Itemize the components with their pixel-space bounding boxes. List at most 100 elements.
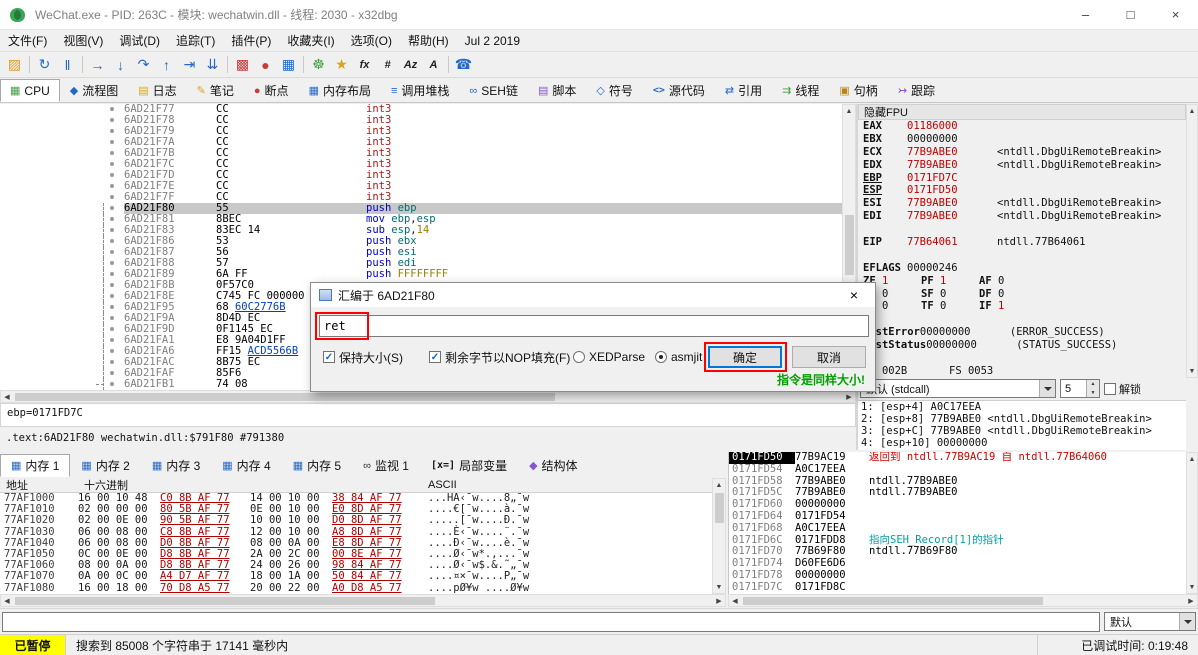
- cancel-button[interactable]: 取消: [792, 346, 866, 368]
- bottom-tab-struct[interactable]: ◆结构体: [518, 454, 588, 477]
- breakpoint-dot[interactable]: [110, 371, 114, 375]
- ok-button[interactable]: 确定: [708, 346, 782, 368]
- string-search-button[interactable]: Az: [399, 54, 422, 75]
- menu-item[interactable]: 帮助(H): [400, 32, 457, 49]
- view-tab-graph[interactable]: ◆流程图: [60, 79, 128, 102]
- view-tab-threads[interactable]: ⇉线程: [772, 79, 829, 102]
- breakpoint-dot[interactable]: [110, 316, 114, 320]
- scrollbar-thumb[interactable]: [743, 597, 1043, 605]
- register-value[interactable]: 77B9ABE0: [907, 210, 985, 223]
- font-button[interactable]: A: [422, 54, 445, 75]
- chevron-down-icon[interactable]: [1039, 380, 1055, 397]
- stack-row[interactable]: 0171FD640171FD54: [729, 511, 1186, 523]
- breakpoint-dot[interactable]: [110, 173, 114, 177]
- breakpoint-dot[interactable]: [110, 360, 114, 364]
- breakpoint-dot[interactable]: [110, 261, 114, 265]
- scrollbar-thumb[interactable]: [15, 597, 435, 605]
- scroll-up-icon[interactable]: ▲: [1187, 105, 1197, 117]
- argument-row[interactable]: 3: [esp+C] 77B9ABE0 <ntdll.DbgUiRemoteBr…: [858, 425, 1186, 437]
- menu-item[interactable]: Jul 2 2019: [457, 34, 528, 48]
- help-button[interactable]: ☎: [452, 54, 475, 75]
- stepper-arrows[interactable]: ▲▼: [1086, 380, 1099, 397]
- stepper-up-icon[interactable]: ▲: [1087, 380, 1099, 389]
- bottom-tab-memory-5[interactable]: ▦内存 5: [282, 454, 352, 477]
- stack-row[interactable]: 0171FD54A0C17EEA: [729, 464, 1186, 476]
- scroll-up-icon[interactable]: ▲: [843, 105, 855, 117]
- breakpoint-dot[interactable]: [110, 382, 114, 386]
- breakpoint-dot[interactable]: [110, 206, 114, 210]
- memory-map-button[interactable]: ▦: [277, 54, 300, 75]
- flag-df[interactable]: DF 0: [979, 288, 1037, 301]
- open-file-button[interactable]: ▨: [3, 54, 26, 75]
- view-tab-trace[interactable]: ↣跟踪: [888, 79, 945, 102]
- run-button[interactable]: →: [86, 54, 109, 75]
- patches-button[interactable]: ▩: [231, 54, 254, 75]
- scrollbar-thumb[interactable]: [15, 393, 555, 401]
- argument-row[interactable]: 4: [esp+10] 00000000: [858, 437, 1186, 449]
- close-button[interactable]: ×: [1153, 0, 1198, 29]
- breakpoints-button[interactable]: ●: [254, 54, 277, 75]
- menu-item[interactable]: 选项(O): [343, 32, 400, 49]
- register-value[interactable]: 01186000: [907, 120, 985, 133]
- scroll-down-icon[interactable]: ▼: [1187, 581, 1197, 593]
- command-script-select[interactable]: 默认: [1104, 612, 1196, 631]
- asmjit-radio[interactable]: asmjit: [655, 346, 702, 368]
- command-input[interactable]: [2, 612, 1100, 632]
- step-out-button[interactable]: ↑: [155, 54, 178, 75]
- breakpoint-dot[interactable]: [110, 349, 114, 353]
- breakpoint-dot[interactable]: [110, 272, 114, 276]
- register-value[interactable]: 0171FD50: [907, 184, 985, 197]
- breakpoint-dot[interactable]: [110, 151, 114, 155]
- assemble-instruction-input[interactable]: [319, 315, 869, 337]
- dump-vertical-scrollbar[interactable]: ▲ ▼: [712, 478, 726, 594]
- scroll-left-icon[interactable]: ◀: [1, 391, 13, 402]
- menu-item[interactable]: 调试(D): [111, 32, 168, 49]
- stack-row[interactable]: 0171FD68A0C17EEA: [729, 523, 1186, 535]
- dump-horizontal-scrollbar[interactable]: ◀ ▶: [0, 594, 726, 607]
- breakpoint-dot[interactable]: [110, 129, 114, 133]
- breakpoint-dot[interactable]: [110, 228, 114, 232]
- menu-item[interactable]: 追踪(T): [168, 32, 223, 49]
- unlock-checkbox[interactable]: [1104, 383, 1116, 395]
- breakpoint-dot[interactable]: [110, 118, 114, 122]
- breakpoint-dot[interactable]: [110, 195, 114, 199]
- menu-item[interactable]: 文件(F): [0, 32, 55, 49]
- favourites-button[interactable]: ★: [330, 54, 353, 75]
- breakpoint-dot[interactable]: [110, 305, 114, 309]
- dump-row[interactable]: 77AF10700A 00 0C 00A4 D7 AF 7718 00 1A 0…: [0, 571, 712, 582]
- registers-vertical-scrollbar[interactable]: ▲ ▼: [1186, 104, 1198, 378]
- register-value[interactable]: 00000000: [920, 326, 998, 339]
- calculator-button[interactable]: fx: [353, 54, 376, 75]
- bottom-tab-memory-3[interactable]: ▦内存 3: [141, 454, 211, 477]
- menu-item[interactable]: 插件(P): [223, 32, 279, 49]
- bottom-tab-locals[interactable]: [x=]局部变量: [420, 454, 518, 477]
- bottom-tab-memory-2[interactable]: ▦内存 2: [70, 454, 140, 477]
- bottom-tab-watch-1[interactable]: ∞监视 1: [352, 454, 420, 477]
- view-tab-breakpoints[interactable]: ●断点: [244, 79, 299, 102]
- preferences-button[interactable]: ☸: [307, 54, 330, 75]
- breakpoint-dot[interactable]: [110, 250, 114, 254]
- assemble-dialog-title-bar[interactable]: 汇编于 6AD21F80 ×: [311, 283, 875, 307]
- breakpoint-dot[interactable]: [110, 239, 114, 243]
- register-value[interactable]: 00000000: [926, 339, 1004, 352]
- stack-pane[interactable]: 0171FD5077B9AC19返回到 ntdll.77B9AC19 自 ntd…: [728, 452, 1186, 594]
- breakpoint-dot[interactable]: [110, 283, 114, 287]
- breakpoint-dot[interactable]: [110, 184, 114, 188]
- register-value[interactable]: 77B9ABE0: [907, 197, 985, 210]
- flag-if[interactable]: IF 1: [979, 300, 1037, 313]
- fill-nop-checkbox[interactable]: 剩余字节以NOP填充(F): [429, 346, 570, 368]
- menu-item[interactable]: 视图(V): [55, 32, 111, 49]
- register-value[interactable]: 0171FD7C: [907, 172, 985, 185]
- register-value[interactable]: 77B9ABE0: [907, 159, 985, 172]
- register-value[interactable]: 77B9ABE0: [907, 146, 985, 159]
- breakpoint-dot[interactable]: [110, 107, 114, 111]
- chevron-down-icon[interactable]: [1179, 613, 1195, 630]
- run-to-cursor-button[interactable]: ⇥: [178, 54, 201, 75]
- view-tab-symbols[interactable]: ◇符号: [586, 79, 642, 102]
- flag-sf[interactable]: SF 0: [921, 288, 979, 301]
- scroll-left-icon[interactable]: ◀: [729, 595, 741, 606]
- keep-size-checkbox[interactable]: 保持大小(S): [323, 346, 403, 368]
- stepper-down-icon[interactable]: ▼: [1087, 389, 1099, 398]
- breakpoint-dot[interactable]: [110, 140, 114, 144]
- stack-row[interactable]: 0171FD7800000000: [729, 570, 1186, 582]
